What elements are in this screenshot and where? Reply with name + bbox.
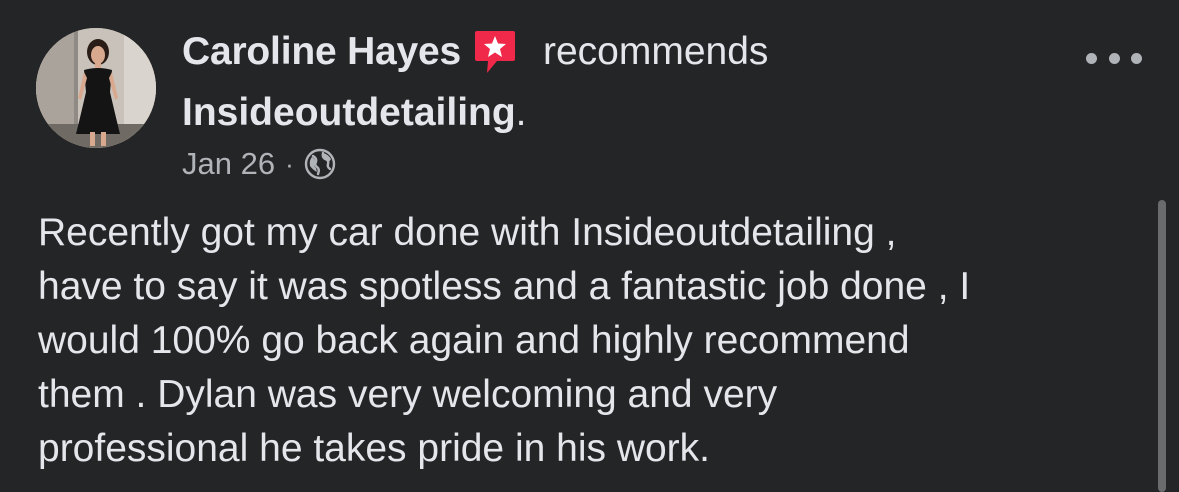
scrollbar[interactable] (1158, 200, 1166, 492)
more-options-icon[interactable] (1086, 44, 1142, 72)
more-options-dot (1108, 52, 1120, 64)
avatar-photo (36, 28, 156, 148)
page-name-suffix: . (515, 91, 527, 134)
recommendation-post: Caroline Hayes recommends Insideoutdetai… (0, 0, 1179, 492)
more-options-dot (1131, 52, 1142, 64)
recommended-page-line: Insideoutdetailing. (182, 88, 527, 138)
more-options-dot (1086, 52, 1097, 64)
post-header-line: Caroline Hayes recommends (182, 26, 768, 78)
avatar[interactable] (36, 28, 156, 148)
recommendation-star-icon (473, 29, 517, 75)
post-meta: Jan 26 · (182, 142, 336, 186)
post-body-text: Recently got my car done with Insideoutd… (38, 211, 971, 470)
post-date[interactable]: Jan 26 (182, 146, 275, 182)
recommended-page-link[interactable]: Insideoutdetailing (182, 91, 516, 135)
author-name[interactable]: Caroline Hayes (182, 30, 461, 74)
globe-icon[interactable] (304, 148, 336, 180)
meta-separator: · (285, 148, 294, 179)
action-verb: recommends (543, 30, 769, 73)
